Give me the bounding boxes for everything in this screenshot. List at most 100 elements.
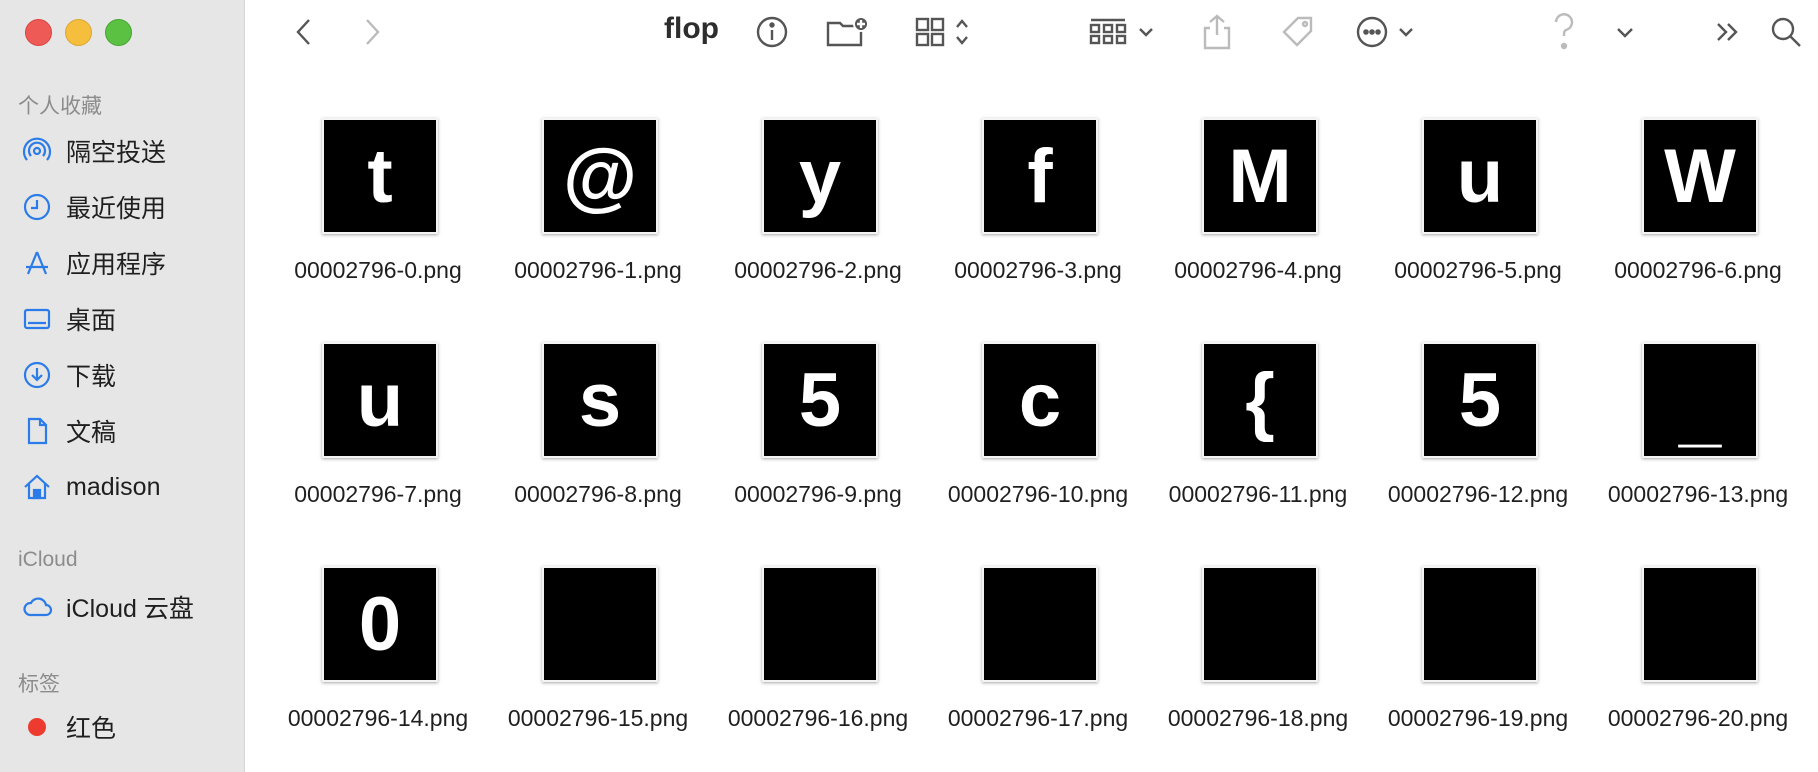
file-thumbnail[interactable]: @ — [542, 118, 658, 234]
question-mark-icon — [1554, 13, 1574, 50]
file-name[interactable]: 00002796-10.png — [920, 478, 1156, 511]
sidebar-item-recents[interactable]: 最近使用 — [20, 187, 230, 227]
file-thumbnail[interactable]: f — [982, 118, 1098, 234]
sidebar-item-label: 下载 — [66, 363, 117, 391]
sidebar-item-label: madison — [66, 472, 161, 501]
file-name[interactable]: 00002796-15.png — [480, 702, 716, 735]
sidebar-item-tag-red[interactable]: 红色 — [20, 707, 230, 747]
file-thumbnail[interactable]: u — [1422, 118, 1538, 234]
chevron-right-icon — [366, 19, 380, 45]
file-thumbnail[interactable]: t — [322, 118, 438, 234]
dropdown-button[interactable] — [1610, 10, 1640, 54]
grid-view-icon — [915, 17, 968, 47]
file-thumbnail[interactable] — [982, 566, 1098, 682]
tags-section-label: 标签 — [18, 673, 60, 696]
favorites-section-label: 个人收藏 — [18, 95, 102, 118]
chevron-left-icon — [296, 19, 310, 45]
search-button[interactable] — [1766, 10, 1806, 54]
file-thumbnail[interactable]: 5 — [1422, 342, 1538, 458]
icloud-section-label: iCloud — [18, 548, 78, 571]
airdrop-icon — [20, 134, 54, 168]
file-name[interactable]: 00002796-19.png — [1360, 702, 1596, 735]
file-name[interactable]: 00002796-4.png — [1140, 254, 1376, 287]
file-name[interactable]: 00002796-3.png — [920, 254, 1156, 287]
file-name[interactable]: 00002796-1.png — [480, 254, 716, 287]
sidebar-item-home[interactable]: madison — [20, 467, 230, 507]
forward-button[interactable] — [352, 10, 392, 54]
sidebar-item-label: 文稿 — [66, 419, 117, 447]
sidebar-item-label: 应用程序 — [66, 251, 167, 279]
file-thumbnail[interactable]: s — [542, 342, 658, 458]
new-folder-button[interactable] — [822, 10, 874, 54]
file-name[interactable]: 00002796-14.png — [260, 702, 496, 735]
file-thumbnail[interactable]: _ — [1642, 342, 1758, 458]
document-icon — [20, 414, 54, 448]
minimize-window-button[interactable] — [65, 19, 92, 46]
action-menu-button[interactable] — [1354, 10, 1428, 54]
tag-icon — [1282, 16, 1313, 47]
tags-button[interactable] — [1274, 10, 1322, 54]
file-name[interactable]: 00002796-5.png — [1360, 254, 1596, 287]
sidebar-item-label: 红色 — [66, 715, 117, 743]
toolbar: flop — [244, 0, 1818, 64]
zoom-window-button[interactable] — [105, 19, 132, 46]
file-name[interactable]: 00002796-12.png — [1360, 478, 1596, 511]
sidebar-item-desktop[interactable]: 桌面 — [20, 299, 230, 339]
info-icon — [756, 16, 788, 48]
file-name[interactable]: 00002796-2.png — [700, 254, 936, 287]
sidebar: 个人收藏 隔空投送 最近使用 应用程序 桌面 下载 文稿 madison iCl… — [0, 0, 245, 772]
file-thumbnail[interactable] — [762, 566, 878, 682]
file-thumbnail[interactable]: u — [322, 342, 438, 458]
file-thumbnail[interactable]: M — [1202, 118, 1318, 234]
double-chevron-right-icon — [1717, 23, 1738, 41]
sidebar-item-icloud-drive[interactable]: iCloud 云盘 — [20, 587, 230, 627]
share-icon — [1203, 14, 1231, 50]
view-mode-button[interactable] — [912, 10, 980, 54]
file-name[interactable]: 00002796-16.png — [700, 702, 936, 735]
file-thumbnail[interactable] — [1642, 566, 1758, 682]
file-name[interactable]: 00002796-11.png — [1140, 478, 1376, 511]
sidebar-item-label: 桌面 — [66, 307, 117, 335]
toolbar-overflow-button[interactable] — [1708, 10, 1748, 54]
file-thumbnail[interactable] — [542, 566, 658, 682]
file-name[interactable]: 00002796-6.png — [1580, 254, 1816, 287]
window-title: flop — [664, 12, 719, 45]
help-button[interactable] — [1544, 10, 1584, 54]
file-thumbnail[interactable] — [1202, 566, 1318, 682]
group-icon — [1089, 18, 1153, 45]
sidebar-item-applications[interactable]: 应用程序 — [20, 243, 230, 283]
more-options-icon — [1356, 16, 1413, 48]
file-name[interactable]: 00002796-13.png — [1580, 478, 1816, 511]
file-name[interactable]: 00002796-20.png — [1580, 702, 1816, 735]
download-icon — [20, 358, 54, 392]
sidebar-item-label: iCloud 云盘 — [66, 595, 194, 623]
sidebar-item-airdrop[interactable]: 隔空投送 — [20, 131, 230, 171]
new-folder-icon — [826, 16, 869, 47]
file-thumbnail[interactable]: c — [982, 342, 1098, 458]
file-thumbnail[interactable]: 0 — [322, 566, 438, 682]
share-button[interactable] — [1196, 10, 1238, 54]
sidebar-item-label: 隔空投送 — [66, 139, 167, 167]
file-name[interactable]: 00002796-7.png — [260, 478, 496, 511]
file-name[interactable]: 00002796-9.png — [700, 478, 936, 511]
file-thumbnail[interactable] — [1422, 566, 1538, 682]
file-name[interactable]: 00002796-0.png — [260, 254, 496, 287]
file-name[interactable]: 00002796-17.png — [920, 702, 1156, 735]
applications-icon — [20, 246, 54, 280]
get-info-button[interactable] — [750, 10, 794, 54]
file-thumbnail[interactable]: 5 — [762, 342, 878, 458]
sidebar-item-downloads[interactable]: 下载 — [20, 355, 230, 395]
file-thumbnail[interactable]: W — [1642, 118, 1758, 234]
sidebar-item-documents[interactable]: 文稿 — [20, 411, 230, 451]
file-thumbnail[interactable]: y — [762, 118, 878, 234]
file-name[interactable]: 00002796-8.png — [480, 478, 716, 511]
close-window-button[interactable] — [25, 19, 52, 46]
group-by-button[interactable] — [1086, 10, 1166, 54]
search-icon — [1771, 17, 1801, 47]
file-name[interactable]: 00002796-18.png — [1140, 702, 1376, 735]
desktop-icon — [20, 302, 54, 336]
file-grid: t 00002796-0.png @00002796-1.png y 00002796-… — [244, 104, 1818, 772]
back-button[interactable] — [284, 10, 324, 54]
file-thumbnail[interactable]: { — [1202, 342, 1318, 458]
clock-icon — [20, 190, 54, 224]
